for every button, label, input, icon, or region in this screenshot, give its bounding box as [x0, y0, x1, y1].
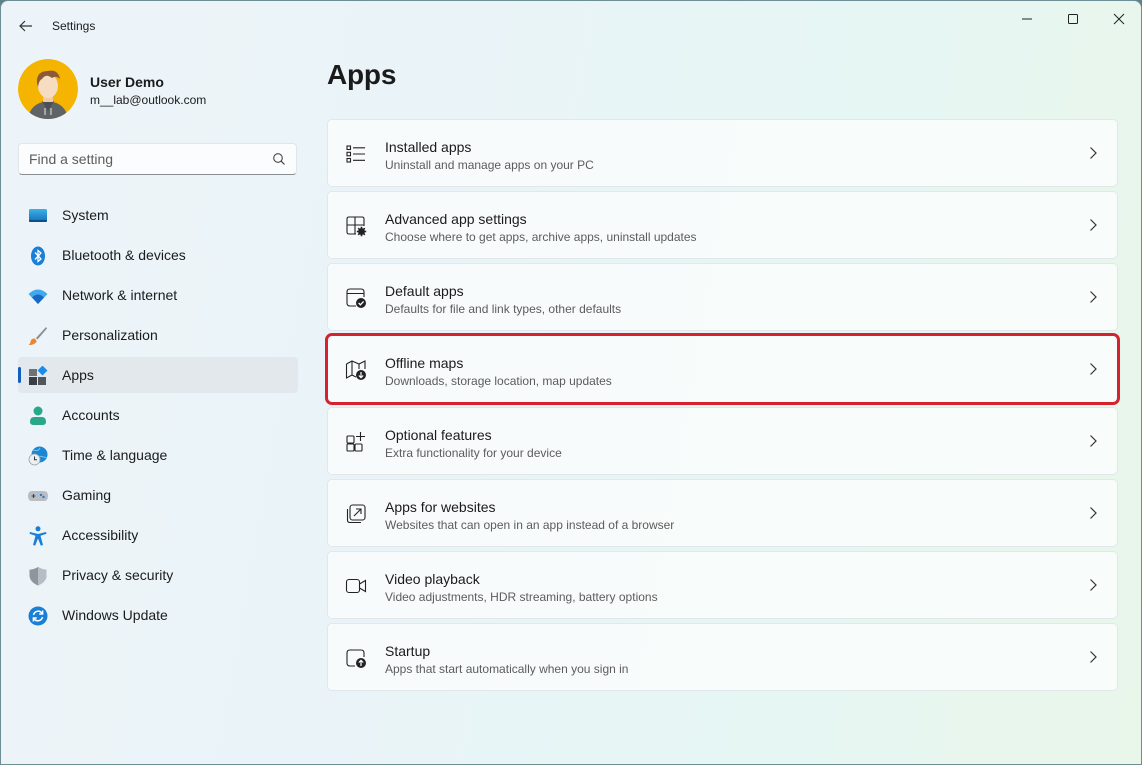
chevron-right-icon: [1090, 579, 1097, 591]
sidebar-item-label: Gaming: [62, 487, 112, 503]
card-startup[interactable]: Startup Apps that start automatically wh…: [327, 623, 1118, 691]
sidebar-item-apps[interactable]: Apps: [18, 357, 298, 393]
map-download-icon: [345, 360, 366, 380]
sidebar-item-gaming[interactable]: Gaming: [18, 477, 298, 513]
gamepad-icon: [28, 491, 48, 501]
card-title: Advanced app settings: [385, 211, 527, 227]
card-title: Startup: [385, 643, 431, 659]
card-description: Apps that start automatically when you s…: [385, 662, 629, 676]
card-default-apps[interactable]: Default apps Defaults for file and link …: [327, 263, 1118, 331]
sidebar-item-label: Network & internet: [62, 287, 178, 303]
sidebar-item-time-language[interactable]: Time & language: [18, 437, 298, 473]
sidebar-item-label: Personalization: [62, 327, 158, 343]
chevron-right-icon: [1090, 291, 1097, 303]
user-name: User Demo: [90, 74, 164, 90]
minimize-button[interactable]: [1004, 7, 1050, 31]
time-language-icon: [28, 446, 48, 466]
settings-window: Settings User Demo m__lab@outlook.com Fi…: [0, 0, 1142, 765]
sidebar-item-privacy-security[interactable]: Privacy & security: [18, 557, 298, 593]
chevron-right-icon: [1090, 147, 1097, 159]
avatar[interactable]: [18, 59, 78, 119]
wifi-icon: [28, 289, 48, 304]
card-title: Optional features: [385, 427, 492, 443]
card-installed-apps[interactable]: Installed apps Uninstall and manage apps…: [327, 119, 1118, 187]
sidebar-item-accessibility[interactable]: Accessibility: [18, 517, 298, 553]
card-title: Default apps: [385, 283, 464, 299]
sidebar-item-system[interactable]: System: [18, 197, 298, 233]
card-apps-for-websites[interactable]: Apps for websites Websites that can open…: [327, 479, 1118, 547]
user-email: m__lab@outlook.com: [90, 93, 207, 107]
card-video-playback[interactable]: Video playback Video adjustments, HDR st…: [327, 551, 1118, 619]
card-title: Installed apps: [385, 139, 472, 155]
minimize-icon: [1022, 18, 1032, 20]
sidebar-nav: System Bluetooth & devices Network & int…: [18, 197, 298, 637]
sidebar-item-windows-update[interactable]: Windows Update: [18, 597, 298, 633]
window-title: Settings: [52, 19, 96, 33]
back-button[interactable]: [13, 13, 39, 39]
sidebar-item-accounts[interactable]: Accounts: [18, 397, 298, 433]
sidebar-item-label: Time & language: [62, 447, 168, 463]
back-arrow-icon: [19, 20, 32, 32]
card-title: Apps for websites: [385, 499, 496, 515]
close-icon: [1113, 13, 1125, 25]
open-external-icon: [346, 504, 366, 524]
accounts-icon: [30, 406, 46, 425]
maximize-icon: [1068, 14, 1078, 24]
user-avatar-icon: [18, 59, 78, 119]
video-camera-icon: [345, 578, 367, 594]
sidebar-item-label: Windows Update: [62, 607, 168, 623]
search-icon[interactable]: [272, 152, 286, 166]
update-icon: [28, 606, 48, 626]
default-apps-icon: [346, 288, 366, 308]
accessibility-icon: [29, 526, 47, 546]
apps-icon: [29, 366, 48, 385]
card-optional-features[interactable]: Optional features Extra functionality fo…: [327, 407, 1118, 475]
sidebar-item-label: Accessibility: [62, 527, 139, 543]
sidebar-item-bluetooth[interactable]: Bluetooth & devices: [18, 237, 298, 273]
card-description: Video adjustments, HDR streaming, batter…: [385, 590, 658, 604]
add-grid-icon: [346, 432, 365, 452]
chevron-right-icon: [1090, 651, 1097, 663]
page-title: Apps: [327, 59, 397, 90]
card-advanced-app-settings[interactable]: Advanced app settings Choose where to ge…: [327, 191, 1118, 259]
brush-icon: [28, 327, 47, 346]
sidebar-item-personalization[interactable]: Personalization: [18, 317, 298, 353]
sidebar-item-network[interactable]: Network & internet: [18, 277, 298, 313]
card-description: Defaults for file and link types, other …: [385, 302, 622, 316]
sidebar-item-label: Accounts: [62, 407, 120, 423]
card-description: Extra functionality for your device: [385, 446, 562, 460]
title-bar: Settings: [1, 1, 1141, 49]
app-settings-icon: [346, 216, 367, 237]
sidebar-item-label: Bluetooth & devices: [62, 247, 186, 263]
card-offline-maps[interactable]: Offline maps Downloads, storage location…: [325, 333, 1120, 405]
close-button[interactable]: [1096, 7, 1141, 31]
card-title: Offline maps: [385, 355, 464, 371]
search-input[interactable]: [29, 144, 269, 174]
sidebar-item-label: System: [62, 207, 109, 223]
sidebar-item-label: Privacy & security: [62, 567, 174, 583]
sidebar-item-label: Apps: [62, 367, 94, 383]
chevron-right-icon: [1090, 363, 1097, 375]
shield-icon: [29, 567, 47, 586]
card-description: Websites that can open in an app instead…: [385, 518, 675, 532]
bluetooth-icon: [31, 246, 45, 266]
list-icon: [346, 145, 365, 163]
system-icon: [29, 209, 47, 222]
card-description: Uninstall and manage apps on your PC: [385, 158, 594, 172]
maximize-button[interactable]: [1050, 7, 1096, 31]
chevron-right-icon: [1090, 507, 1097, 519]
chevron-right-icon: [1090, 219, 1097, 231]
search-box: [18, 143, 297, 175]
chevron-right-icon: [1090, 435, 1097, 447]
card-description: Downloads, storage location, map updates: [385, 374, 612, 388]
card-title: Video playback: [385, 571, 480, 587]
startup-icon: [346, 649, 366, 668]
card-description: Choose where to get apps, archive apps, …: [385, 230, 697, 244]
settings-card-list: Installed apps Uninstall and manage apps…: [325, 119, 1120, 695]
